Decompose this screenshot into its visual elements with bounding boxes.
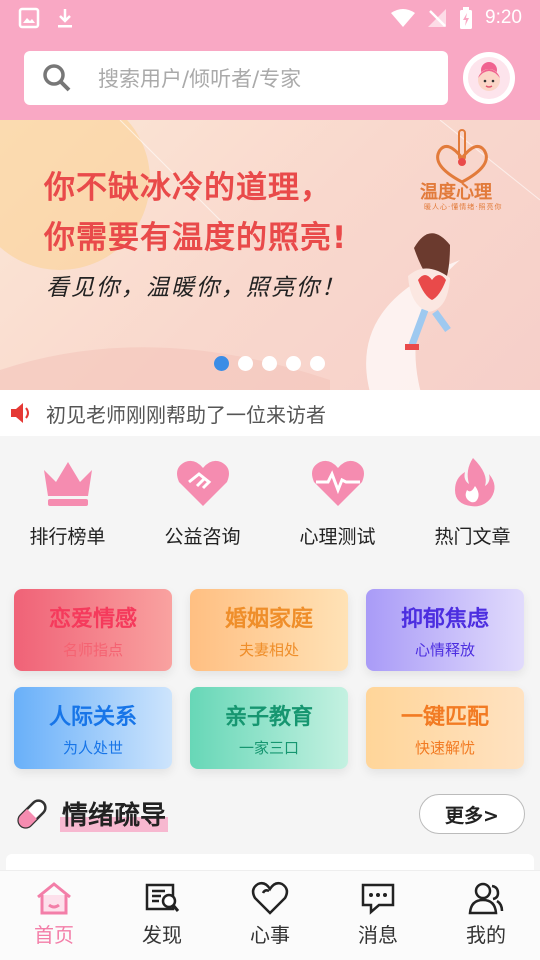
tab-discover[interactable]: 发现: [108, 871, 216, 960]
handshake-icon: [176, 460, 229, 506]
category-title: 人际关系: [48, 704, 137, 730]
category-love[interactable]: 恋爱情感 名师指点: [14, 589, 172, 671]
header: 搜索用户/倾听者/专家: [0, 36, 540, 120]
pill-icon: [17, 798, 47, 829]
quick-entry-label: 热门文章: [434, 526, 511, 548]
heartbeat-icon: [311, 460, 364, 506]
category-subtitle: 一家三口: [238, 738, 299, 757]
no-signal-icon: [428, 9, 447, 27]
category-relationships[interactable]: 人际关系 为人处世: [14, 687, 172, 769]
search-placeholder: 搜索用户/倾听者/专家: [98, 67, 302, 91]
quick-entry-hot-articles[interactable]: 热门文章: [405, 436, 540, 566]
quick-entry-charity-consult[interactable]: 公益咨询: [135, 436, 270, 566]
notice-text: 初见老师刚刚帮助了一位来访者: [46, 402, 326, 427]
discover-icon: [145, 883, 180, 912]
quick-entry-label: 排行榜单: [29, 526, 106, 548]
quick-entries: 排行榜单 公益咨询 心理测试 热门文章: [0, 436, 540, 566]
category-title: 亲子教育: [224, 704, 313, 730]
carousel-dot[interactable]: [214, 356, 229, 371]
category-subtitle: 夫妻相处: [238, 640, 299, 659]
category-quick-match[interactable]: 一键匹配 快速解忧: [366, 687, 524, 769]
category-title: 恋爱情感: [48, 606, 137, 632]
carousel-dot[interactable]: [310, 356, 325, 371]
section-title: 情绪疏导: [60, 795, 169, 832]
quick-entry-label: 心理测试: [299, 526, 376, 548]
carousel-indicator: [214, 356, 325, 371]
download-icon: [58, 9, 72, 28]
bottom-tab-bar: 首页 发现 心事 消息 我的: [0, 870, 540, 960]
category-depression[interactable]: 抑郁焦虑 心情释放: [366, 589, 524, 671]
category-subtitle: 名师指点: [62, 640, 123, 659]
tab-label: 首页: [34, 923, 74, 947]
search-icon: [43, 64, 71, 92]
tab-home[interactable]: 首页: [0, 871, 108, 960]
flame-icon: [454, 458, 495, 507]
speaker-icon: [11, 403, 29, 423]
banner-brand-sub: 暖人心·懂情绪·照亮你: [424, 203, 503, 211]
quick-entry-label: 公益咨询: [164, 526, 241, 548]
banner-brand: 温度心理: [420, 182, 492, 203]
quick-entry-ranking[interactable]: 排行榜单: [0, 436, 135, 566]
status-bar: 9:20: [0, 0, 540, 36]
banner-slogan-line1: 你不缺冰冷的道理，: [44, 170, 332, 206]
banner-handwritten: 看见你，温暖你，照亮你！: [46, 275, 346, 301]
notice-bar[interactable]: 初见老师刚刚帮助了一位来访者: [0, 390, 540, 436]
carousel-dot[interactable]: [262, 356, 277, 371]
battery-icon: [460, 7, 473, 29]
search-input[interactable]: 搜索用户/倾听者/专家: [24, 51, 448, 105]
wifi-icon: [391, 9, 416, 27]
home-icon: [37, 882, 71, 915]
section-header: 情绪疏导: [14, 795, 169, 832]
category-subtitle: 快速解忧: [414, 738, 475, 757]
banner-slogan-line2: 你需要有温度的照亮!: [44, 220, 348, 256]
category-title: 婚姻家庭: [224, 606, 313, 632]
tab-heart-matters[interactable]: 心事: [216, 871, 324, 960]
user-icon: [468, 882, 504, 915]
tab-label: 发现: [142, 923, 182, 947]
clock: 9:20: [485, 7, 522, 28]
tab-label: 我的: [466, 923, 506, 947]
image-icon: [18, 7, 40, 29]
banner-carousel[interactable]: 你不缺冰冷的道理， 你需要有温度的照亮! 看见你，温暖你，照亮你！ 温度心理 暖…: [0, 120, 540, 390]
more-button[interactable]: 更多>: [419, 794, 525, 834]
category-title: 抑郁焦虑: [400, 606, 489, 632]
avatar-icon: [468, 57, 510, 99]
tab-messages[interactable]: 消息: [324, 871, 432, 960]
category-parenting[interactable]: 亲子教育 一家三口: [190, 687, 348, 769]
category-subtitle: 心情释放: [414, 640, 475, 659]
category-grid: 恋爱情感 名师指点 婚姻家庭 夫妻相处 抑郁焦虑 心情释放 人际关系 为人处世 …: [14, 589, 526, 769]
tab-label: 心事: [250, 923, 290, 947]
category-subtitle: 为人处世: [62, 738, 123, 757]
category-marriage[interactable]: 婚姻家庭 夫妻相处: [190, 589, 348, 671]
heart-icon: [251, 881, 289, 915]
avatar[interactable]: [463, 52, 515, 104]
carousel-dot[interactable]: [286, 356, 301, 371]
carousel-dot[interactable]: [238, 356, 253, 371]
category-title: 一键匹配: [400, 704, 489, 730]
tab-profile[interactable]: 我的: [432, 871, 540, 960]
crown-icon: [43, 462, 92, 506]
message-icon: [361, 883, 395, 915]
tab-label: 消息: [358, 923, 398, 947]
quick-entry-psych-test[interactable]: 心理测试: [270, 436, 405, 566]
